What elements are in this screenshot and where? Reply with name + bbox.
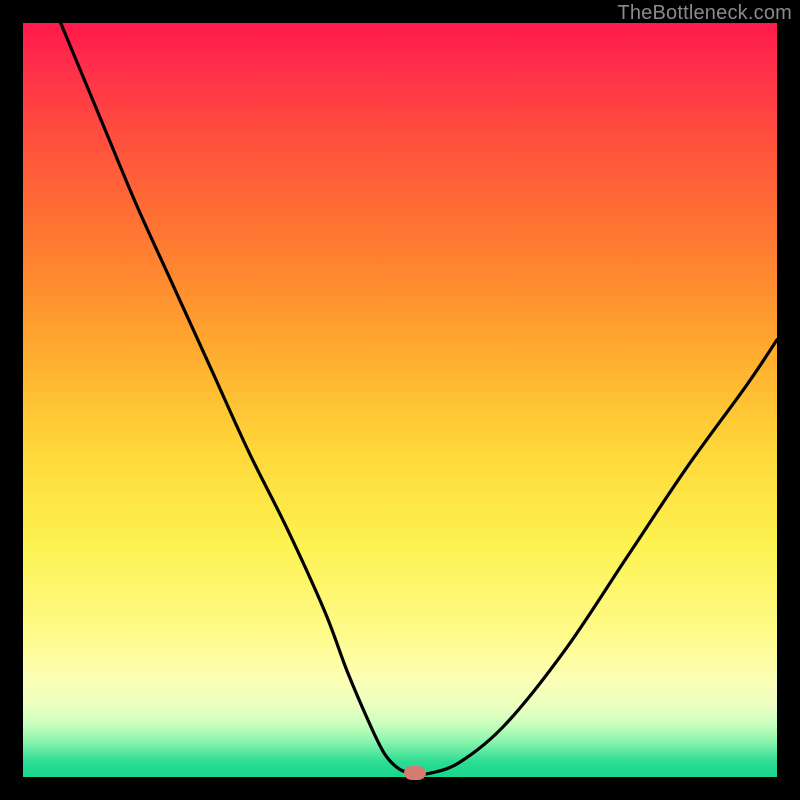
bottleneck-curve: [23, 23, 777, 777]
plot-area: [23, 23, 777, 777]
watermark-text: TheBottleneck.com: [617, 2, 792, 25]
optimum-marker: [404, 766, 426, 780]
chart-frame: TheBottleneck.com: [0, 0, 800, 800]
